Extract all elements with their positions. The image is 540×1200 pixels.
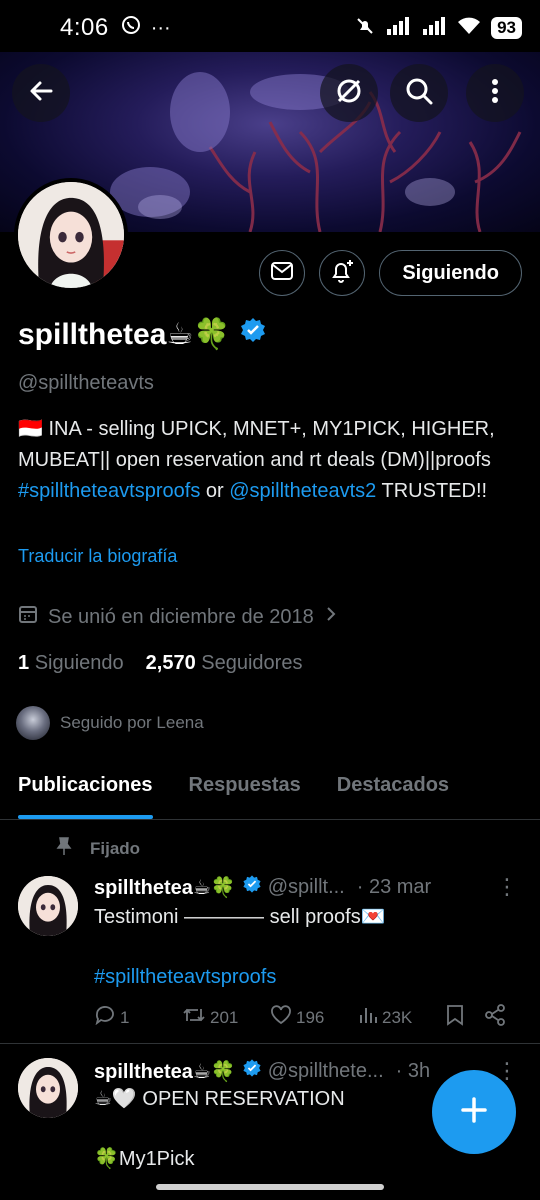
post-author-name[interactable]: spillthetea☕🍀 xyxy=(94,875,236,900)
message-button[interactable] xyxy=(259,250,306,296)
post-actions: 1 201 196 23K xyxy=(94,1004,514,1031)
tab-respuestas[interactable]: Respuestas xyxy=(171,764,319,819)
profile-actions: Siguiendo xyxy=(259,250,522,296)
join-date-row[interactable]: Se unió en diciembre de 2018 xyxy=(18,604,338,630)
flag-emoji: 🇮🇩 xyxy=(18,418,43,440)
mail-icon xyxy=(270,261,294,286)
heart-icon xyxy=(270,1005,292,1030)
signal-icon-2 xyxy=(421,16,447,41)
compose-button[interactable] xyxy=(432,1070,516,1154)
post-more-icon[interactable]: ⋮ xyxy=(496,874,518,900)
verified-badge-icon xyxy=(242,1058,262,1084)
followed-by-row[interactable]: Seguido por Leena xyxy=(16,706,204,740)
views-action[interactable]: 23K xyxy=(358,1005,446,1030)
bio-or: or xyxy=(205,480,224,502)
post-header: spillthetea☕🍀 @spillt... · 23 mar xyxy=(94,874,524,900)
profile-tabs: Publicaciones Respuestas Destacados xyxy=(0,764,540,820)
reply-icon xyxy=(94,1005,116,1030)
calendar-icon xyxy=(18,604,38,630)
battery-indicator: 93 xyxy=(491,17,522,39)
arrow-left-icon xyxy=(27,77,55,110)
profile-handle: @spilltheteavts xyxy=(18,372,154,394)
status-time: 4:06 xyxy=(60,14,109,41)
profile-name-row: spillthetea☕🍀 xyxy=(18,316,267,352)
tab-publicaciones[interactable]: Publicaciones xyxy=(0,764,171,819)
pin-icon xyxy=(56,836,72,861)
home-indicator[interactable] xyxy=(156,1184,384,1190)
post-avatar[interactable] xyxy=(18,1058,78,1118)
mute-icon xyxy=(355,16,375,41)
search-button[interactable] xyxy=(390,64,448,122)
reply-action[interactable]: 1 xyxy=(94,1005,182,1030)
post-author-handle: @spillt... xyxy=(267,875,345,898)
post-line-1: Testimoni ———— sell proofs💌 xyxy=(94,906,386,928)
more-vertical-icon xyxy=(491,78,499,109)
share-icon[interactable] xyxy=(484,1004,506,1031)
post-text: Testimoni ———— sell proofs💌 #spillthetea… xyxy=(94,902,524,992)
bio-end: TRUSTED!! xyxy=(381,480,488,502)
followed-by-text: Seguido por Leena xyxy=(60,713,204,732)
profile-avatar[interactable] xyxy=(14,178,128,292)
post-author-handle: @spillthete... xyxy=(267,1059,384,1082)
post-author-name[interactable]: spillthetea☕🍀 xyxy=(94,1059,236,1084)
whatsapp-icon xyxy=(121,15,141,41)
following-stat[interactable]: 1 Siguiendo xyxy=(18,652,124,675)
notifications-button[interactable] xyxy=(319,250,366,296)
grok-button[interactable] xyxy=(320,64,378,122)
signal-icon xyxy=(385,16,411,41)
pinned-post[interactable]: Fijado spillthetea☕🍀 @spillt... · 23 mar… xyxy=(0,822,540,1044)
back-button[interactable] xyxy=(12,64,70,122)
join-date: Se unió en diciembre de 2018 xyxy=(48,605,314,628)
post-hashtag[interactable]: #spilltheteavtsproofs xyxy=(94,962,524,992)
retweet-icon xyxy=(182,1005,206,1030)
post-date: · 23 mar xyxy=(356,875,432,898)
views-chart-icon xyxy=(358,1005,378,1030)
more-dots-icon: ··· xyxy=(150,16,171,39)
follow-stats: 1 Siguiendo 2,570 Seguidores xyxy=(18,652,302,675)
verified-badge-icon xyxy=(242,874,262,900)
post-date: · 3h xyxy=(395,1059,431,1082)
translate-bio-link[interactable]: Traducir la biografía xyxy=(18,546,177,567)
status-bar: 4:06 ··· 93 xyxy=(0,0,540,56)
bio-hashtag-link[interactable]: #spilltheteavtsproofs xyxy=(18,480,200,502)
post-avatar[interactable] xyxy=(18,876,78,936)
pinned-label-row: Fijado xyxy=(56,836,140,861)
bio-mention-link[interactable]: @spilltheteavts2 xyxy=(229,480,376,502)
bookmark-icon[interactable] xyxy=(446,1004,464,1031)
follower-avatar xyxy=(16,706,50,740)
retweet-action[interactable]: 201 xyxy=(182,1005,270,1030)
bio-text: INA - selling UPICK, MNET+, MY1PICK, HIG… xyxy=(18,418,495,471)
profile-name: spillthetea☕🍀 xyxy=(18,317,231,351)
chevron-right-icon xyxy=(324,605,338,629)
verified-badge-icon[interactable] xyxy=(239,316,267,352)
search-icon xyxy=(405,77,433,110)
following-button[interactable]: Siguiendo xyxy=(379,250,522,296)
followers-stat[interactable]: 2,570 Seguidores xyxy=(146,652,303,675)
pinned-label: Fijado xyxy=(90,838,141,858)
bell-plus-icon xyxy=(328,257,356,290)
plus-icon xyxy=(458,1094,490,1131)
profile-bio: 🇮🇩 INA - selling UPICK, MNET+, MY1PICK, … xyxy=(18,414,518,507)
more-options-button[interactable] xyxy=(466,64,524,122)
like-action[interactable]: 196 xyxy=(270,1005,358,1030)
wifi-icon xyxy=(457,16,481,41)
grok-icon xyxy=(334,76,364,111)
tab-destacados[interactable]: Destacados xyxy=(319,764,467,819)
